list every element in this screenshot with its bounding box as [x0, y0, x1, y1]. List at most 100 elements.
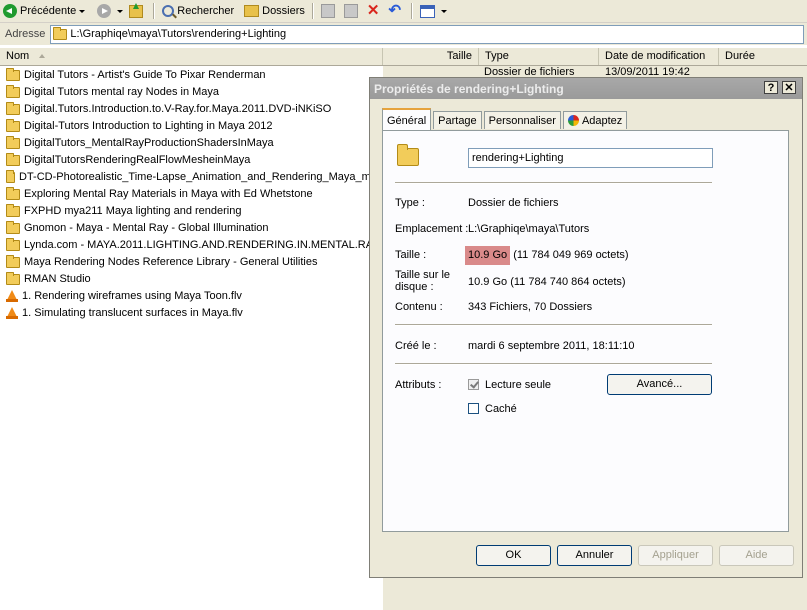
- column-type[interactable]: Type: [479, 48, 599, 65]
- copy-to-icon: [343, 4, 358, 18]
- disk-size-value: 10.9 Go (11 784 740 864 octets): [468, 276, 626, 288]
- list-item[interactable]: 1. Simulating translucent surfaces in Ma…: [0, 304, 383, 321]
- folder-icon: [6, 153, 20, 166]
- checkbox-icon: [468, 403, 479, 414]
- folders-label: Dossiers: [262, 5, 305, 17]
- size-value: 10.9 Go (11 784 049 969 octets): [465, 246, 629, 265]
- move-to-button[interactable]: [318, 1, 341, 21]
- list-item[interactable]: FXPHD mya211 Maya lighting and rendering: [0, 202, 383, 219]
- folder-icon: [6, 238, 20, 251]
- file-name: DigitalTutorsRenderingRealFlowMesheinMay…: [24, 153, 251, 166]
- folders-button[interactable]: Dossiers: [241, 1, 308, 21]
- list-item[interactable]: RMAN Studio: [0, 270, 383, 287]
- tab-adapt[interactable]: Adaptez: [562, 111, 628, 129]
- file-name: Exploring Mental Ray Materials in Maya w…: [24, 187, 313, 200]
- search-label: Rechercher: [177, 5, 235, 17]
- hidden-checkbox[interactable]: Caché: [468, 403, 517, 415]
- list-item[interactable]: DigitalTutors_MentalRayProductionShaders…: [0, 134, 383, 151]
- file-name: 1. Simulating translucent surfaces in Ma…: [22, 306, 243, 319]
- attributes-label: Attributs :: [395, 379, 442, 391]
- copy-to-button[interactable]: [341, 1, 364, 21]
- folder-name-input[interactable]: rendering+Lighting: [468, 148, 713, 168]
- back-label: Précédente: [20, 5, 77, 17]
- delete-icon: ✕: [366, 2, 380, 19]
- file-name: RMAN Studio: [24, 272, 91, 285]
- tab-sharing[interactable]: Partage: [433, 111, 482, 129]
- list-item[interactable]: Gnomon - Maya - Mental Ray - Global Illu…: [0, 219, 383, 236]
- back-dropdown-icon[interactable]: [79, 9, 86, 13]
- back-button[interactable]: Précédente: [0, 1, 88, 21]
- contents-value: 343 Fichiers, 70 Dossiers: [468, 301, 593, 313]
- folder-icon: [6, 187, 20, 200]
- delete-button[interactable]: ✕: [364, 1, 386, 21]
- dialog-tabs: Général Partage Personnaliser Adaptez: [382, 108, 629, 130]
- forward-button[interactable]: [94, 1, 126, 21]
- apply-button[interactable]: Appliquer: [638, 545, 713, 566]
- address-bar: Adresse L:\Graphiqe\maya\Tutors\renderin…: [0, 23, 807, 45]
- colorwheel-icon: [567, 115, 579, 126]
- sort-ascending-icon: [39, 54, 45, 58]
- toolbar-separator: [153, 3, 156, 19]
- location-label: Emplacement :: [395, 223, 469, 235]
- forward-dropdown-icon[interactable]: [117, 9, 124, 13]
- divider: [395, 182, 712, 184]
- created-value: mardi 6 septembre 2011, 18:11:10: [468, 340, 635, 352]
- list-item[interactable]: Exploring Mental Ray Materials in Maya w…: [0, 185, 383, 202]
- column-date[interactable]: Date de modification: [599, 48, 719, 65]
- folder-icon: [6, 221, 20, 234]
- created-label: Créé le :: [395, 340, 437, 352]
- list-item[interactable]: Digital Tutors - Artist's Guide To Pixar…: [0, 66, 383, 83]
- folder-icon: [6, 255, 20, 268]
- column-duration[interactable]: Durée: [719, 48, 807, 65]
- help-button[interactable]: Aide: [719, 545, 794, 566]
- tab-adapt-label: Adaptez: [581, 115, 623, 127]
- size-label: Taille :: [395, 249, 427, 261]
- type-value: Dossier de fichiers: [468, 197, 559, 209]
- file-name: DigitalTutors_MentalRayProductionShaders…: [24, 136, 274, 149]
- tab-customize[interactable]: Personnaliser: [483, 111, 561, 129]
- views-dropdown-icon: [441, 9, 448, 13]
- readonly-label: Lecture seule: [485, 379, 552, 391]
- folders-icon: [244, 5, 260, 17]
- size-bytes: (11 784 049 969 octets): [510, 249, 629, 261]
- column-name[interactable]: Nom: [0, 48, 383, 65]
- undo-button[interactable]: ↶: [386, 1, 408, 21]
- address-label: Adresse: [5, 28, 46, 40]
- list-item[interactable]: Maya Rendering Nodes Reference Library -…: [0, 253, 383, 270]
- folder-icon: [6, 85, 20, 98]
- help-title-button[interactable]: ?: [764, 81, 778, 94]
- size-highlight: 10.9 Go: [465, 246, 511, 265]
- contents-label: Contenu :: [395, 301, 443, 313]
- address-input[interactable]: L:\Graphiqe\maya\Tutors\rendering+Lighti…: [50, 24, 804, 44]
- folder-icon: [6, 102, 20, 115]
- divider: [395, 324, 712, 326]
- file-name: FXPHD mya211 Maya lighting and rendering: [24, 204, 242, 217]
- views-button[interactable]: [417, 1, 450, 21]
- ok-button[interactable]: OK: [476, 545, 551, 566]
- dialog-title-bar[interactable]: Propriétés de rendering+Lighting ? ✕: [370, 78, 802, 99]
- file-name: Digital.Tutors.Introduction.to.V-Ray.for…: [24, 102, 332, 115]
- up-folder-button[interactable]: [126, 1, 149, 21]
- list-item[interactable]: Digital.Tutors.Introduction.to.V-Ray.for…: [0, 100, 383, 117]
- list-item[interactable]: 1. Rendering wireframes using Maya Toon.…: [0, 287, 383, 304]
- list-item[interactable]: Digital-Tutors Introduction to Lighting …: [0, 117, 383, 134]
- location-value: L:\Graphiqe\maya\Tutors: [468, 223, 590, 235]
- list-item[interactable]: DT-CD-Photorealistic_Time-Lapse_Animatio…: [0, 168, 383, 185]
- general-panel: rendering+Lighting Type : Dossier de fic…: [382, 130, 789, 532]
- folder-icon: [6, 119, 20, 132]
- close-title-button[interactable]: ✕: [782, 81, 796, 94]
- search-button[interactable]: Rechercher: [159, 1, 237, 21]
- column-header-row: Nom Taille Type Date de modification Dur…: [0, 48, 807, 66]
- undo-icon: ↶: [388, 2, 402, 19]
- readonly-checkbox[interactable]: Lecture seule: [468, 379, 551, 391]
- list-item[interactable]: DigitalTutorsRenderingRealFlowMesheinMay…: [0, 151, 383, 168]
- folder-icon: [6, 170, 15, 183]
- advanced-button[interactable]: Avancé...: [607, 374, 712, 395]
- list-item[interactable]: Lynda.com - MAYA.2011.LIGHTING.AND.RENDE…: [0, 236, 383, 253]
- column-size[interactable]: Taille: [383, 48, 479, 65]
- list-item[interactable]: Digital Tutors mental ray Nodes in Maya: [0, 83, 383, 100]
- cancel-button[interactable]: Annuler: [557, 545, 632, 566]
- tab-general[interactable]: Général: [382, 108, 432, 130]
- file-name: Lynda.com - MAYA.2011.LIGHTING.AND.RENDE…: [24, 238, 380, 251]
- file-name: Digital-Tutors Introduction to Lighting …: [24, 119, 273, 132]
